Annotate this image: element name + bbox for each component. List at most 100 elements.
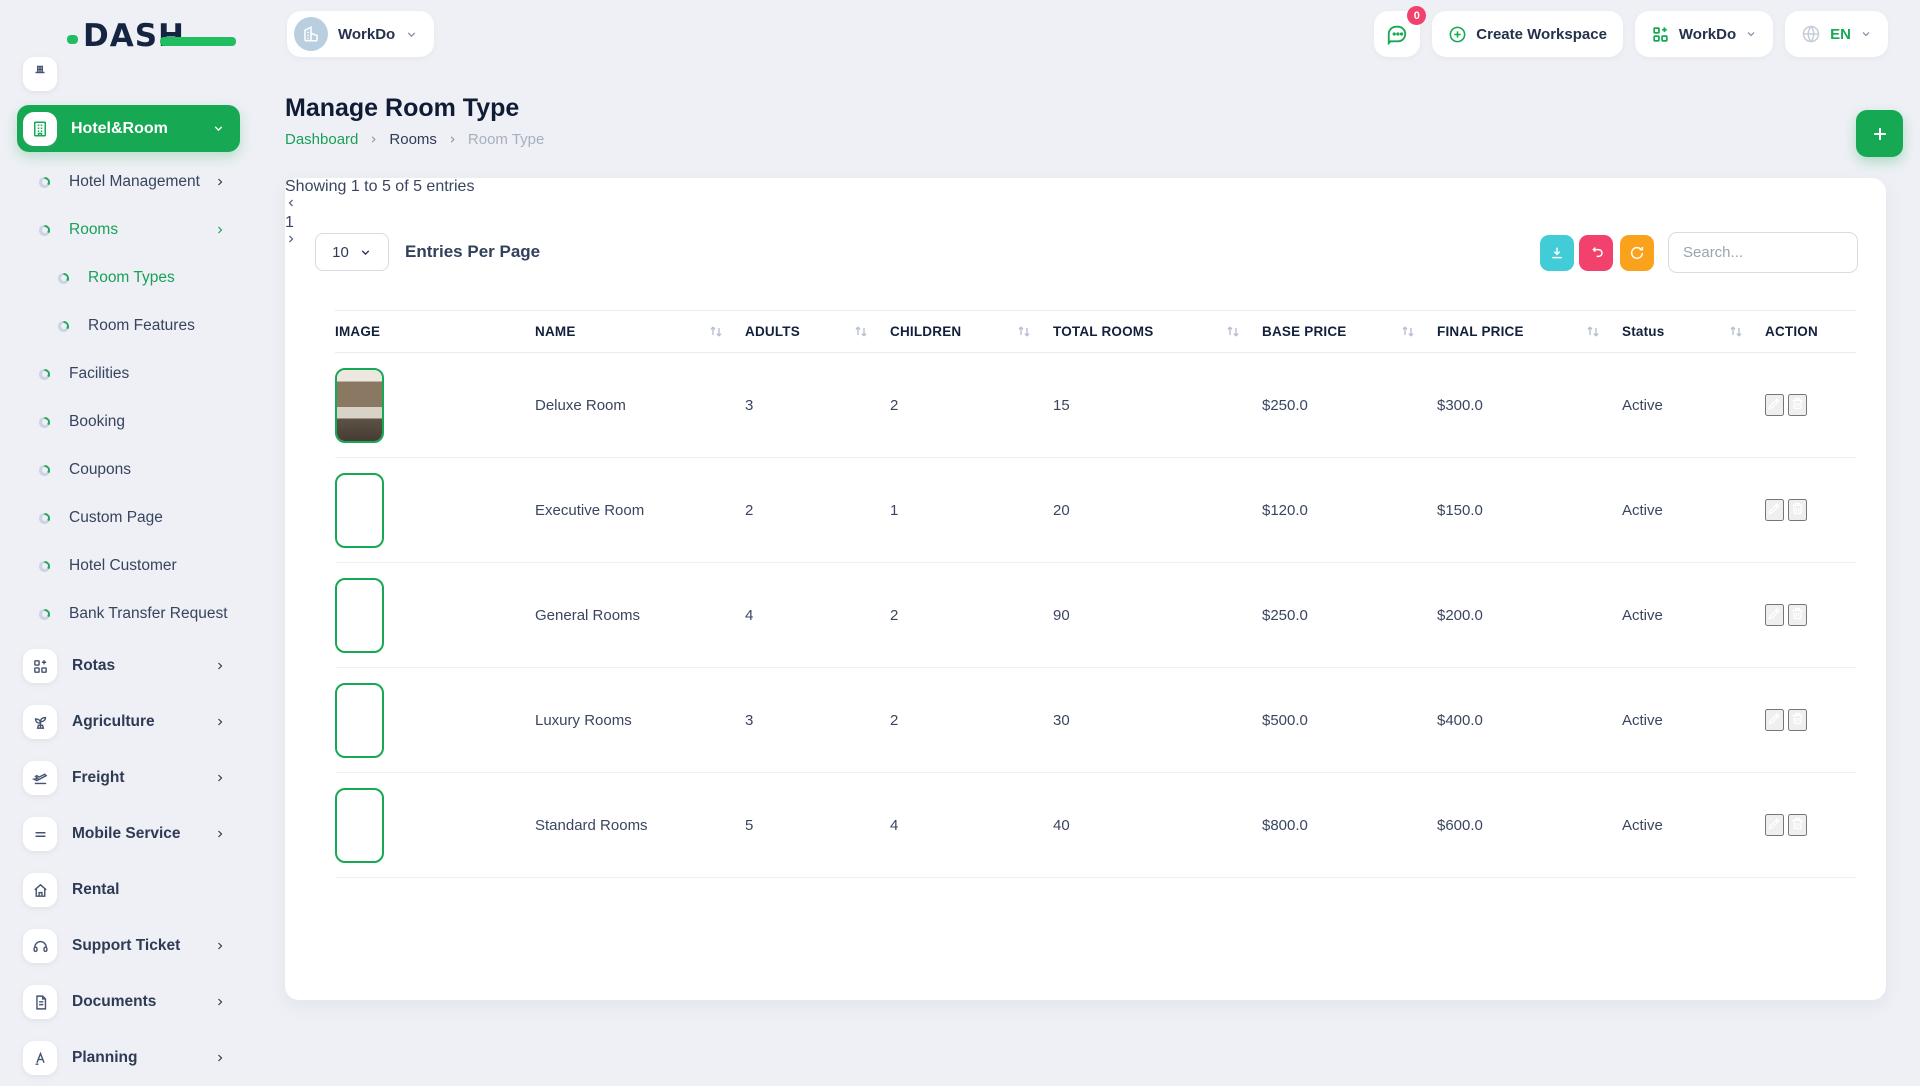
sidebar-item-label: Coupons xyxy=(69,461,131,479)
edit-button[interactable] xyxy=(1765,604,1784,626)
sort-icon xyxy=(1586,325,1600,338)
globe-icon xyxy=(1801,24,1821,44)
col-header-final-price[interactable]: FINAL PRICE xyxy=(1437,324,1622,339)
sidebar-item-coupons[interactable]: Coupons xyxy=(0,446,250,494)
delete-button[interactable] xyxy=(1788,499,1807,521)
base-price-value: $500.0 xyxy=(1262,712,1437,729)
delete-button[interactable] xyxy=(1788,709,1807,731)
bullet-icon xyxy=(39,369,50,380)
refresh-button[interactable] xyxy=(1620,235,1654,271)
col-header-children[interactable]: CHILDREN xyxy=(890,324,1053,339)
sidebar-item-planning[interactable]: Planning xyxy=(0,1030,250,1086)
sidebar-item-support-ticket[interactable]: Support Ticket xyxy=(0,918,250,974)
final-price-value: $400.0 xyxy=(1437,712,1622,729)
breadcrumb-dashboard[interactable]: Dashboard xyxy=(285,131,358,148)
pagination-page-1[interactable]: 1 xyxy=(285,214,1886,232)
sidebar-item-label: Agriculture xyxy=(72,713,155,731)
reset-button[interactable] xyxy=(1579,235,1613,271)
sidebar-item-mobile-service[interactable]: Mobile Service xyxy=(0,806,250,862)
delete-button[interactable] xyxy=(1788,394,1807,416)
sort-icon xyxy=(1729,325,1743,338)
sidebar-item-facilities[interactable]: Facilities xyxy=(0,350,250,398)
entries-per-page-select[interactable]: 10 xyxy=(315,233,389,271)
workspace-name: WorkDo xyxy=(338,26,395,43)
chevron-right-icon xyxy=(368,134,379,145)
sidebar-item-label: Freight xyxy=(72,769,125,787)
sidebar-item-rotas[interactable]: Rotas xyxy=(0,638,250,694)
table-row: Executive Room 2 1 20 $120.0 $150.0 Acti… xyxy=(335,458,1856,563)
status-badge[interactable]: Active xyxy=(1622,607,1663,624)
sidebar-item-bank-transfer-request[interactable]: Bank Transfer Request xyxy=(0,590,250,638)
room-type-table: IMAGE NAME ADULTS CHILDREN TOTAL ROOMS B… xyxy=(335,310,1856,878)
adults-value: 3 xyxy=(745,712,890,729)
children-value: 2 xyxy=(890,712,1053,729)
base-price-value: $250.0 xyxy=(1262,607,1437,624)
sidebar-item-room-types[interactable]: Room Types xyxy=(0,254,250,302)
sidebar-item-custom-page[interactable]: Custom Page xyxy=(0,494,250,542)
create-workspace-label: Create Workspace xyxy=(1476,26,1607,43)
col-header-name[interactable]: NAME xyxy=(535,324,745,339)
final-price-value: $600.0 xyxy=(1437,817,1622,834)
room-type-card: 10 Entries Per Page IMAGE NAME ADULTS CH… xyxy=(285,178,1886,1000)
room-image[interactable] xyxy=(335,368,384,443)
room-image[interactable] xyxy=(335,788,384,863)
sidebar-item-hotel-management[interactable]: Hotel Management xyxy=(0,158,250,206)
scrolled-menu-item-icon[interactable] xyxy=(23,57,57,91)
messages-button[interactable]: 0 xyxy=(1374,11,1420,57)
bullet-icon xyxy=(39,513,50,524)
delete-button[interactable] xyxy=(1788,814,1807,836)
search-input[interactable] xyxy=(1668,232,1858,273)
col-header-status[interactable]: Status xyxy=(1622,324,1765,339)
workdo-menu-button[interactable]: WorkDo xyxy=(1635,11,1773,57)
sort-icon xyxy=(1401,325,1415,338)
add-room-type-button[interactable] xyxy=(1856,110,1903,157)
total-rooms-value: 15 xyxy=(1053,397,1262,414)
col-header-total-rooms[interactable]: TOTAL ROOMS xyxy=(1053,324,1262,339)
sidebar-item-rental[interactable]: Rental xyxy=(0,862,250,918)
sidebar-item-room-features[interactable]: Room Features xyxy=(0,302,250,350)
sidebar-item-booking[interactable]: Booking xyxy=(0,398,250,446)
pagination-prev-button[interactable] xyxy=(285,196,1886,214)
export-button[interactable] xyxy=(1540,235,1574,271)
sidebar-item-freight[interactable]: Freight xyxy=(0,750,250,806)
room-image[interactable] xyxy=(335,473,384,548)
sidebar-item-agriculture[interactable]: Agriculture xyxy=(0,694,250,750)
status-badge[interactable]: Active xyxy=(1622,502,1663,519)
col-header-adults[interactable]: ADULTS xyxy=(745,324,890,339)
pencil-icon xyxy=(1767,501,1782,516)
edit-button[interactable] xyxy=(1765,499,1784,521)
sort-icon xyxy=(1226,325,1240,338)
plane-icon xyxy=(23,761,57,795)
letter-a-icon xyxy=(23,1041,57,1075)
status-badge[interactable]: Active xyxy=(1622,712,1663,729)
workdo-menu-label: WorkDo xyxy=(1679,26,1736,43)
create-workspace-button[interactable]: Create Workspace xyxy=(1432,11,1623,57)
chevron-down-icon xyxy=(405,28,418,41)
sidebar-item-label: Custom Page xyxy=(69,509,163,527)
logo-text: DASH xyxy=(83,18,185,54)
sidebar-item-documents[interactable]: Documents xyxy=(0,974,250,1030)
chevron-right-icon xyxy=(214,716,226,728)
delete-button[interactable] xyxy=(1788,604,1807,626)
room-image[interactable] xyxy=(335,683,384,758)
edit-button[interactable] xyxy=(1765,394,1784,416)
room-image[interactable] xyxy=(335,578,384,653)
edit-button[interactable] xyxy=(1765,709,1784,731)
sidebar-item-label: Planning xyxy=(72,1049,137,1067)
col-header-base-price[interactable]: BASE PRICE xyxy=(1262,324,1437,339)
edit-button[interactable] xyxy=(1765,814,1784,836)
breadcrumb-rooms[interactable]: Rooms xyxy=(389,131,437,148)
sort-icon xyxy=(709,325,723,338)
sidebar-item-hotel-room[interactable]: Hotel&Room xyxy=(17,105,240,152)
sidebar-item-rooms[interactable]: Rooms xyxy=(0,206,250,254)
undo-icon xyxy=(1588,245,1604,261)
language-selector[interactable]: EN xyxy=(1785,11,1888,57)
bullet-icon xyxy=(39,465,50,476)
room-name: Executive Room xyxy=(535,502,745,519)
sidebar-item-label: Rooms xyxy=(69,221,118,239)
status-badge[interactable]: Active xyxy=(1622,397,1663,414)
lines-icon xyxy=(23,817,57,851)
workspace-selector[interactable]: WorkDo xyxy=(287,11,434,57)
sidebar-item-hotel-customer[interactable]: Hotel Customer xyxy=(0,542,250,590)
status-badge[interactable]: Active xyxy=(1622,817,1663,834)
